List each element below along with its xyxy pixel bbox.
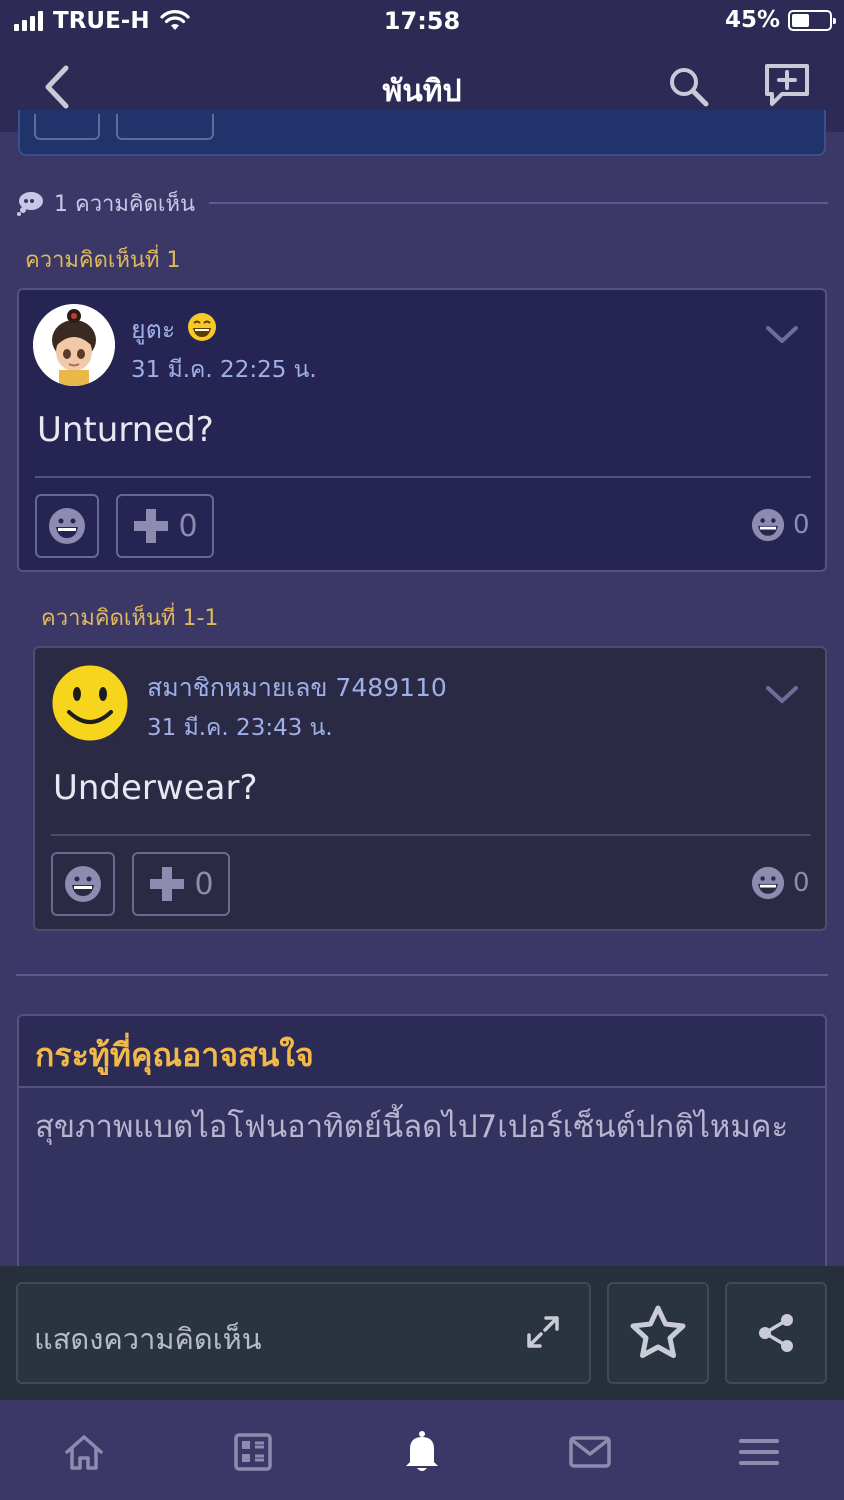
plus-vote-button[interactable]: 0 — [132, 852, 230, 916]
suggested-topic-link[interactable]: สุขภาพแบตไอโฟนอาทิตย์นี้ลดไป7เปอร์เซ็นต์… — [35, 1106, 805, 1148]
battery-percent: 45% — [724, 7, 780, 33]
suggested-topics-title: กระทู้ที่คุณอาจสนใจ — [35, 1036, 314, 1074]
home-icon — [65, 1435, 103, 1470]
tab-messages[interactable] — [568, 1430, 612, 1474]
topic-card-bottom — [18, 110, 826, 156]
avatar[interactable] — [49, 662, 131, 744]
search-icon[interactable] — [666, 64, 710, 108]
menu-icon — [739, 1439, 779, 1465]
plus-count: 0 — [178, 508, 198, 544]
reply-time: 31 มี.ค. 23:43 น. — [147, 715, 333, 741]
plus-button-partial[interactable] — [116, 114, 214, 140]
new-topic-icon[interactable] — [762, 62, 812, 110]
tab-notifications[interactable] — [400, 1430, 444, 1474]
expand-icon[interactable] — [525, 1314, 561, 1350]
plus-count: 0 — [194, 866, 214, 902]
comment-input-field[interactable]: แสดงความคิดเห็น — [16, 1282, 591, 1384]
comment-divider — [35, 476, 811, 478]
emotion-count-value: 0 — [793, 868, 810, 898]
page-title: พันทิป — [382, 74, 462, 109]
tab-feed[interactable] — [231, 1430, 275, 1474]
suggested-topics-panel: กระทู้ที่คุณอาจสนใจ สุขภาพแบตไอโฟนอาทิตย… — [17, 1014, 827, 1284]
status-time: 17:58 — [383, 7, 461, 35]
feed-icon — [234, 1433, 272, 1471]
comment-card: ยูตะ 31 มี.ค. 22:25 น. Unturned? 0 0 — [17, 288, 827, 572]
suggested-topics-header: กระทู้ที่คุณอาจสนใจ — [19, 1016, 825, 1088]
laughing-emoji-icon — [188, 313, 216, 341]
reply-text: Underwear? — [53, 768, 258, 808]
star-icon — [630, 1305, 686, 1358]
comment-bubble-icon — [17, 192, 43, 216]
tab-menu[interactable] — [737, 1430, 781, 1474]
comment-time: 31 มี.ค. 22:25 น. — [131, 357, 317, 383]
plus-vote-button[interactable]: 0 — [116, 494, 214, 558]
plus-icon — [150, 867, 185, 901]
bottom-tab-bar — [0, 1400, 844, 1500]
grin-emoji-icon — [65, 866, 101, 902]
emotion-count[interactable]: 0 — [751, 866, 810, 900]
emotion-button[interactable] — [51, 852, 115, 916]
user-avatar-image — [33, 304, 115, 386]
smiley-avatar-icon — [49, 662, 131, 744]
comment-username[interactable]: ยูตะ — [131, 310, 175, 350]
emotion-count-value: 0 — [793, 510, 810, 540]
share-icon — [759, 1314, 793, 1352]
emotion-button-partial[interactable] — [34, 114, 100, 140]
comments-count: 1 ความคิดเห็น — [54, 191, 195, 217]
emotion-button[interactable] — [35, 494, 99, 558]
status-right: 45% — [724, 7, 836, 33]
header-divider — [208, 202, 828, 204]
avatar[interactable] — [33, 304, 115, 386]
battery-icon — [788, 9, 836, 31]
grin-emoji-icon — [751, 508, 785, 542]
mail-icon — [569, 1436, 611, 1468]
reply-username[interactable]: สมาชิกหมายเลข 7489110 — [147, 668, 447, 708]
reply-card: สมาชิกหมายเลข 7489110 31 มี.ค. 23:43 น. … — [33, 646, 827, 931]
status-bar: TRUE-H 17:58 45% — [0, 0, 844, 44]
section-divider — [16, 974, 828, 976]
notification-bell-icon — [406, 1431, 438, 1471]
comments-header: 1 ความคิดเห็น — [16, 186, 828, 220]
comment-input-bar: แสดงความคิดเห็น — [0, 1266, 844, 1400]
plus-icon — [134, 509, 169, 543]
reply-divider — [51, 834, 811, 836]
chevron-down-icon[interactable] — [765, 324, 799, 346]
tab-home[interactable] — [62, 1430, 106, 1474]
comment-text: Unturned? — [37, 410, 214, 450]
share-button[interactable] — [725, 1282, 827, 1384]
reply-number: ความคิดเห็นที่ 1-1 — [41, 606, 219, 631]
comment-number: ความคิดเห็นที่ 1 — [25, 248, 181, 273]
favorite-button[interactable] — [607, 1282, 709, 1384]
grin-emoji-icon — [751, 866, 785, 900]
chevron-down-icon[interactable] — [765, 684, 799, 706]
grin-emoji-icon — [49, 508, 85, 544]
comment-input-placeholder: แสดงความคิดเห็น — [34, 1322, 262, 1356]
emotion-count[interactable]: 0 — [751, 508, 810, 542]
